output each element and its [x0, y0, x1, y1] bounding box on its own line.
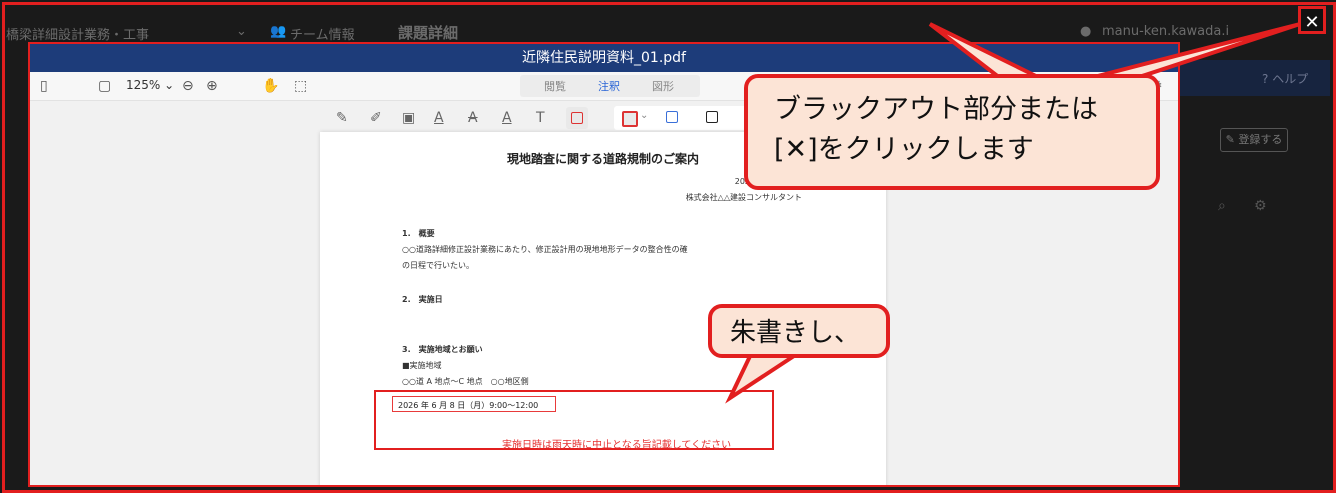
help-icon: ? [1262, 72, 1269, 86]
rectangle-tool-icon[interactable] [566, 107, 588, 129]
edit-icon: ✎ [1225, 133, 1235, 146]
team-icon: 👥 [270, 24, 287, 39]
section3-heading: 3. 実施地域とお願い [402, 345, 483, 354]
background-team-info: チーム情報 [290, 28, 355, 43]
close-button[interactable]: ✕ [1298, 6, 1326, 34]
viewer-title: 近隣住民説明資料_01.pdf [30, 44, 1178, 72]
zoom-out-icon[interactable]: ⊖ [182, 78, 194, 94]
background-user: manu-ken.kawada.i [1102, 24, 1230, 39]
search-icon: ⌕ [1218, 198, 1226, 214]
background-breadcrumb: 橋梁詳細設計業務・工事 [6, 28, 150, 43]
free-text-icon[interactable]: T [536, 110, 545, 126]
page-fit-icon[interactable]: ▢ [98, 78, 111, 94]
background-side-button: ✎ 登録する [1220, 128, 1288, 152]
annotation-note: 実施日時は雨天時に中止となる旨記載してください [502, 440, 732, 451]
mode-tabs: 閲覧 注釈 図形 [520, 75, 700, 97]
annotate-callout-text: 朱書きし、 [730, 318, 861, 348]
background-page-title: 課題詳細 [398, 24, 459, 42]
tab-shapes[interactable]: 図形 [652, 78, 674, 94]
text-underline-icon[interactable]: A [434, 110, 444, 126]
instruction-callout: ブラックアウト部分または [✕]をクリックします [744, 74, 1160, 190]
tab-annotate[interactable]: 注釈 [598, 78, 620, 94]
gear-icon: ⚙ [1254, 198, 1267, 214]
section3-sub: ■実施地域 [402, 361, 442, 370]
chevron-down-icon[interactable]: ⌄ [640, 110, 648, 121]
chevron-down-icon: ⌄ [236, 24, 247, 39]
pen-icon[interactable]: ✎ [336, 110, 348, 126]
annotate-callout: 朱書きし、 [708, 304, 890, 358]
zoom-value: 125% [126, 78, 161, 92]
zoom-in-icon[interactable]: ⊕ [206, 78, 218, 94]
close-icon: ✕ [1304, 12, 1320, 33]
document-company: 株式会社△△建設コンサルタント [685, 193, 802, 202]
text-strikethrough-icon[interactable]: A [468, 110, 478, 126]
marquee-select-icon[interactable]: ⬚ [294, 78, 307, 94]
instruction-line1: ブラックアウト部分または [774, 94, 1098, 125]
stroke-color-red-icon[interactable] [622, 111, 638, 127]
note-icon[interactable]: ▣ [402, 110, 415, 126]
fill-color-blue-icon[interactable] [666, 111, 678, 123]
text-squiggly-icon[interactable]: A [502, 110, 512, 126]
section1-heading: 1. 概要 [402, 229, 435, 238]
chevron-down-icon: ⌄ [164, 78, 175, 92]
tab-view[interactable]: 閲覧 [544, 78, 566, 94]
border-color-black-icon[interactable] [706, 111, 718, 123]
section2-heading: 2. 実施日 [402, 295, 443, 304]
instruction-line2: [✕]をクリックします [774, 134, 1034, 165]
sidebar-toggle-icon[interactable]: ▯ [40, 78, 48, 94]
hand-tool-icon[interactable]: ✋ [262, 78, 279, 94]
background-help-label: ヘルプ [1272, 72, 1309, 86]
highlighter-icon[interactable]: ✐ [370, 110, 382, 126]
section3-line: ○○道 A 地点～C 地点 ○○地区側 [402, 377, 529, 386]
zoom-selector[interactable]: 125% ⌄ [126, 78, 174, 92]
section1-line2: の日程で行いたい。 [402, 261, 474, 270]
background-help-link: ? ヘルプ [1262, 70, 1308, 87]
section1-line1: ○○道路詳細修正設計業務にあたり、修正設計用の現地地形データの整合性の確 [402, 245, 688, 254]
background-side-button-label: 登録する [1238, 133, 1283, 146]
avatar-icon: ● [1080, 24, 1092, 39]
